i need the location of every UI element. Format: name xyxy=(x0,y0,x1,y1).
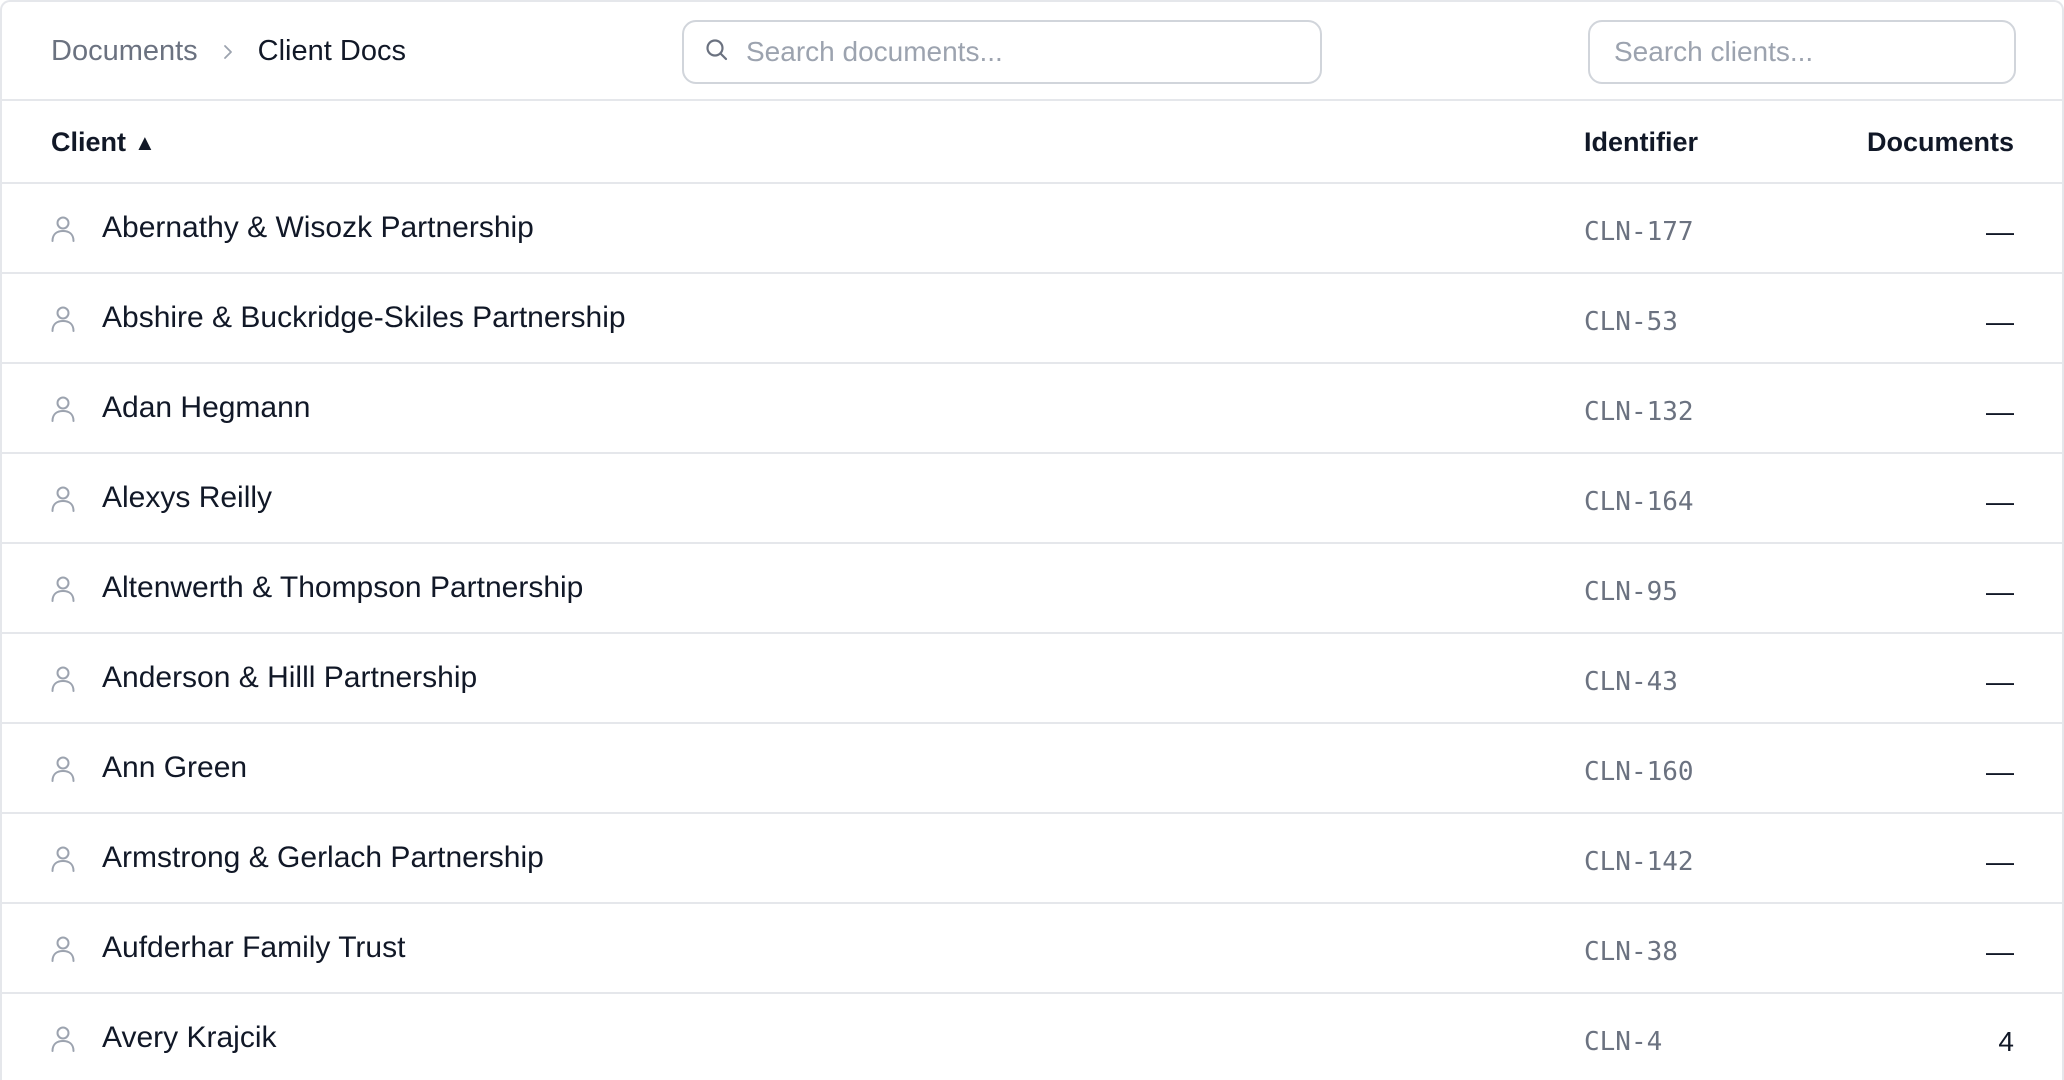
breadcrumb-documents-link[interactable]: Documents xyxy=(51,35,198,68)
app-window: Documents Client Docs Client ▲ Identifie… xyxy=(0,0,2064,1080)
table-row[interactable]: Abernathy & Wisozk Partnership CLN-177 — xyxy=(2,184,2062,274)
document-count: — xyxy=(1986,936,2014,967)
user-icon xyxy=(50,485,76,513)
client-identifier: CLN-53 xyxy=(1584,307,1678,337)
client-identifier: CLN-160 xyxy=(1584,757,1694,787)
top-bar: Documents Client Docs xyxy=(2,2,2062,101)
user-icon xyxy=(50,395,76,423)
table-row[interactable]: Altenwerth & Thompson Partnership CLN-95… xyxy=(2,544,2062,634)
user-icon xyxy=(50,755,76,783)
client-name: Ann Green xyxy=(102,751,248,784)
table-header: Client ▲ Identifier Documents xyxy=(2,101,2062,184)
column-header-documents[interactable]: Documents xyxy=(1867,101,2014,184)
client-name: Aufderhar Family Trust xyxy=(102,931,406,964)
client-name: Armstrong & Gerlach Partnership xyxy=(102,841,544,874)
table-row[interactable]: Armstrong & Gerlach Partnership CLN-142 … xyxy=(2,814,2062,904)
document-count: — xyxy=(1986,576,2014,607)
client-identifier: CLN-164 xyxy=(1584,487,1694,517)
client-identifier: CLN-95 xyxy=(1584,577,1678,607)
table-row[interactable]: Ann Green CLN-160 — xyxy=(2,724,2062,814)
document-count: — xyxy=(1986,216,2014,247)
column-header-client-label: Client xyxy=(51,127,127,157)
client-identifier: CLN-4 xyxy=(1584,1027,1663,1057)
user-icon xyxy=(50,215,76,243)
table-row[interactable]: Alexys Reilly CLN-164 — xyxy=(2,454,2062,544)
table-row[interactable]: Aufderhar Family Trust CLN-38 — xyxy=(2,904,2062,994)
client-name: Abshire & Buckridge-Skiles Partnership xyxy=(102,301,626,334)
table-row[interactable]: Adan Hegmann CLN-132 — xyxy=(2,364,2062,454)
document-count: — xyxy=(1986,756,2014,787)
column-header-client[interactable]: Client ▲ xyxy=(51,101,156,184)
sort-ascending-icon: ▲ xyxy=(134,129,156,155)
document-count: — xyxy=(1986,486,2014,517)
client-name: Altenwerth & Thompson Partnership xyxy=(102,571,584,604)
table-row[interactable]: Anderson & Hilll Partnership CLN-43 — xyxy=(2,634,2062,724)
client-name: Abernathy & Wisozk Partnership xyxy=(102,211,534,244)
client-identifier: CLN-177 xyxy=(1584,217,1694,247)
user-icon xyxy=(50,935,76,963)
table-row[interactable]: Avery Krajcik CLN-4 4 xyxy=(2,994,2062,1080)
chevron-right-icon xyxy=(216,40,240,64)
document-count: — xyxy=(1986,396,2014,427)
breadcrumb: Documents Client Docs xyxy=(51,2,406,101)
document-search-input[interactable] xyxy=(746,36,1320,68)
breadcrumb-current-page: Client Docs xyxy=(257,35,406,67)
document-search-box[interactable] xyxy=(682,20,1322,84)
client-table-body: Abernathy & Wisozk Partnership CLN-177 —… xyxy=(2,184,2062,1080)
client-name: Alexys Reilly xyxy=(102,481,273,514)
document-count: 4 xyxy=(1998,1026,2014,1057)
client-identifier: CLN-43 xyxy=(1584,667,1678,697)
user-icon xyxy=(50,845,76,873)
client-identifier: CLN-132 xyxy=(1584,397,1694,427)
column-header-identifier[interactable]: Identifier xyxy=(1584,101,1698,184)
client-name: Adan Hegmann xyxy=(102,391,311,424)
document-count: — xyxy=(1986,846,2014,877)
client-name: Anderson & Hilll Partnership xyxy=(102,661,478,694)
search-icon xyxy=(704,37,730,68)
user-icon xyxy=(50,1025,76,1053)
client-identifier: CLN-142 xyxy=(1584,847,1694,877)
client-identifier: CLN-38 xyxy=(1584,937,1678,967)
client-search-input[interactable] xyxy=(1614,36,2014,68)
user-icon xyxy=(50,665,76,693)
user-icon xyxy=(50,575,76,603)
document-count: — xyxy=(1986,666,2014,697)
client-name: Avery Krajcik xyxy=(102,1021,277,1054)
user-icon xyxy=(50,305,76,333)
table-row[interactable]: Abshire & Buckridge-Skiles Partnership C… xyxy=(2,274,2062,364)
document-count: — xyxy=(1986,306,2014,337)
client-search-box[interactable] xyxy=(1588,20,2016,84)
